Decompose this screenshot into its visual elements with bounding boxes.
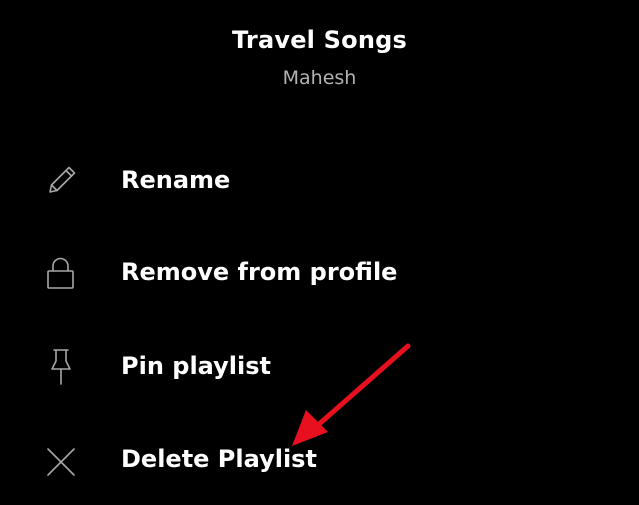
remove-from-profile-label: Remove from profile (121, 258, 398, 286)
delete-playlist-menu-item[interactable]: Delete Playlist (0, 413, 639, 505)
lock-icon (42, 254, 80, 292)
playlist-owner: Mahesh (282, 67, 357, 89)
pencil-icon (42, 162, 80, 200)
delete-playlist-label: Delete Playlist (121, 445, 317, 473)
remove-from-profile-menu-item[interactable]: Remove from profile (0, 226, 639, 318)
pin-playlist-menu-item[interactable]: Pin playlist (0, 320, 639, 412)
rename-menu-item[interactable]: Rename (0, 134, 639, 226)
close-icon (42, 441, 80, 479)
rename-label: Rename (121, 166, 231, 194)
pin-playlist-label: Pin playlist (121, 352, 271, 380)
playlist-title: Travel Songs (232, 26, 407, 54)
pin-icon (42, 348, 80, 386)
